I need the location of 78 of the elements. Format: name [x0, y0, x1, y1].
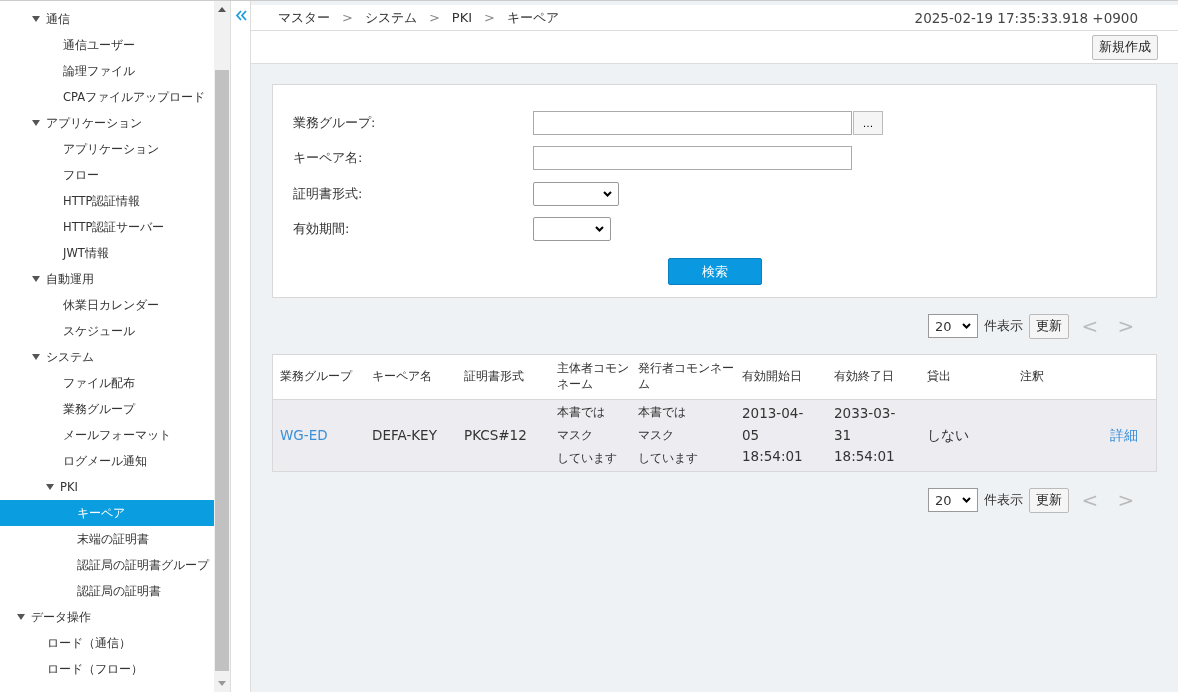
tree-item[interactable]: HTTP認証情報 — [0, 188, 214, 214]
tree-item[interactable]: アプリケーション — [46, 115, 142, 131]
tree-item[interactable]: HTTP認証サーバー — [0, 214, 214, 240]
scroll-down-icon[interactable] — [218, 681, 226, 686]
tree-item[interactable]: 末端の証明書 — [0, 526, 214, 552]
tree-item[interactable]: CPAファイルアップロード — [0, 84, 214, 110]
scrollbar-thumb[interactable] — [215, 70, 229, 671]
column-header: 貸出 — [927, 369, 952, 385]
field-label: キーペア名: — [293, 149, 364, 168]
tree-item[interactable]: 休業日カレンダー — [0, 292, 214, 318]
table-cell-text: 2033-03- 31 18:54:01 — [834, 404, 897, 467]
breadcrumb-item[interactable]: システム — [364, 8, 417, 27]
chevron-down-icon — [962, 497, 971, 503]
column-header: 注釈 — [1020, 369, 1045, 385]
tree-item[interactable]: メールフォーマット — [0, 422, 214, 448]
tree-item[interactable]: 自動運用 — [46, 271, 94, 287]
column-header: 証明書形式 — [464, 369, 525, 385]
table-cell-text: しています — [638, 449, 698, 467]
tree-item[interactable]: データ操作 — [31, 609, 91, 625]
breadcrumb-separator: > — [484, 10, 495, 25]
table-cell-text: しない — [927, 425, 970, 445]
per-page-label: 件表示 — [984, 491, 1023, 509]
breadcrumb-item[interactable]: PKI — [451, 10, 472, 25]
table-cell-text: DEFA-KEY — [372, 425, 438, 445]
chevron-down-icon — [595, 226, 604, 233]
page-size-dropdown[interactable]: 20 — [928, 314, 978, 338]
tree-item[interactable]: 論理ファイル — [0, 58, 214, 84]
tree-item[interactable]: フロー — [0, 162, 214, 188]
column-header: 発行者コモンネーム — [638, 361, 735, 393]
new-button[interactable]: 新規作成 — [1092, 34, 1158, 60]
field-label: 証明書形式: — [293, 184, 364, 203]
tree-item[interactable]: システム — [46, 349, 94, 365]
breadcrumb-item[interactable]: マスター — [278, 8, 330, 27]
field-label: 業務グループ: — [293, 113, 377, 132]
tree-item[interactable]: 認証局の証明書グループ — [0, 552, 214, 578]
column-header: 業務グループ — [280, 369, 354, 385]
table-cell-text: マスク — [557, 427, 593, 445]
refresh-button[interactable]: 更新 — [1029, 487, 1069, 513]
dropdown[interactable] — [533, 217, 611, 242]
chevron-down-icon — [603, 190, 612, 197]
table-cell-text: しています — [557, 449, 617, 467]
table-cell-text: 本書では — [638, 404, 686, 422]
collapse-icon[interactable] — [234, 10, 247, 21]
breadcrumb-separator: > — [342, 10, 353, 25]
input-field[interactable] — [533, 110, 852, 135]
scrollbar[interactable] — [214, 1, 230, 692]
breadcrumb-separator: > — [428, 10, 440, 25]
tree-item[interactable]: ロード（フロー） — [0, 656, 214, 682]
column-header: 有効開始日 — [742, 369, 803, 385]
refresh-button[interactable]: 更新 — [1029, 313, 1069, 339]
tree-item[interactable]: 通信 — [46, 11, 70, 27]
tree-item[interactable]: 業務グループ — [0, 396, 214, 422]
tree-item[interactable]: PKI — [60, 480, 78, 494]
scroll-up-icon[interactable] — [218, 7, 226, 12]
picker-button[interactable]: … — [853, 110, 883, 135]
tree-item[interactable]: ロード（通信） — [0, 630, 214, 656]
column-header: 有効終了日 — [834, 369, 895, 385]
page-size-dropdown[interactable]: 20 — [928, 488, 978, 512]
table-cell-text: 本書では — [557, 404, 605, 422]
column-header: キーペア名 — [372, 369, 433, 385]
table-cell-text: 2013-04- 05 18:54:01 — [742, 404, 805, 467]
field-label: 有効期間: — [293, 220, 351, 239]
chevron-down-icon — [962, 323, 971, 329]
tree-item[interactable]: アプリケーション — [0, 136, 214, 162]
tree-item[interactable]: 認証局の証明書 — [0, 578, 214, 604]
tree-item[interactable]: ファイル配布 — [0, 370, 214, 396]
timestamp: 2025-02-19 17:35:33.918 +0900 — [914, 9, 1138, 26]
breadcrumb-item[interactable]: キーペア — [506, 8, 559, 27]
dropdown[interactable] — [533, 181, 619, 206]
per-page-label: 件表示 — [984, 317, 1023, 335]
tree-item[interactable]: 通信ユーザー — [0, 32, 214, 58]
tree-item[interactable]: スケジュール — [0, 318, 214, 344]
table-cell-text: PKCS#12 — [464, 425, 528, 445]
tree-item[interactable]: JWT情報 — [0, 240, 214, 266]
column-header: 主体者コモンネーム — [557, 361, 630, 393]
table-cell-text: マスク — [638, 427, 674, 445]
input-field[interactable] — [533, 146, 852, 171]
tree-item[interactable]: ログメール通知 — [0, 448, 214, 474]
